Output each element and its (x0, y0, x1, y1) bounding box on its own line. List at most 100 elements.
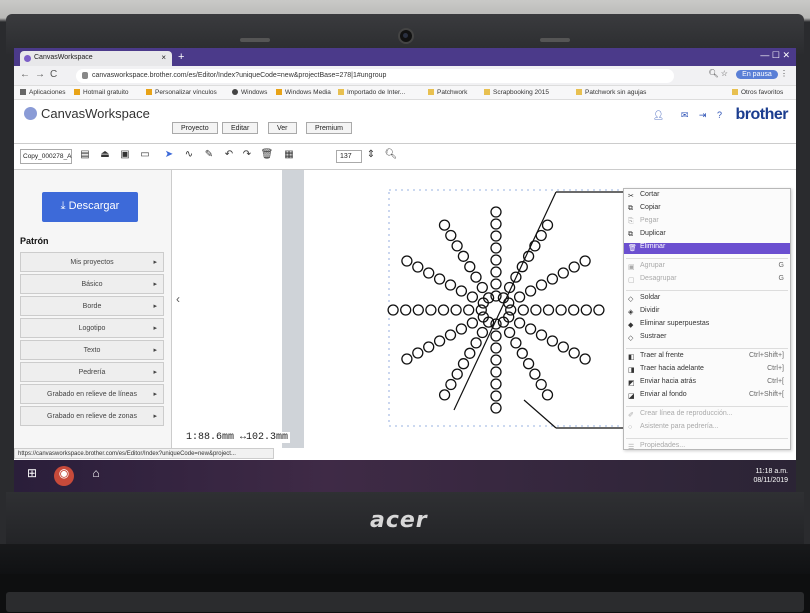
image-icon[interactable]: ▣ (118, 149, 132, 163)
zoom-icon[interactable]: 🔍︎ (708, 69, 718, 78)
collapse-panel-button[interactable]: ‹ (172, 292, 184, 312)
user-icon[interactable]: 👤︎ (653, 110, 664, 120)
pattern-item-basico[interactable]: Básico ▸ (20, 274, 164, 294)
context-menu-item[interactable]: 🗑︎ Eliminar (624, 243, 790, 254)
pattern-panel: ⤓ Descargar Patrón Mis proyectos ▸ Básico… (14, 170, 172, 450)
menu-item-icon: ☰ (628, 444, 635, 451)
context-menu-item[interactable]: ◆ Eliminar superpuestas (624, 320, 790, 331)
grid-icon[interactable]: ▦ (282, 149, 296, 163)
pen-icon[interactable]: ✎ (202, 149, 216, 163)
tab-ver[interactable]: Ver (268, 122, 297, 134)
machine-icon[interactable]: ▭ (138, 149, 152, 163)
menu-item-label: Asistente para pedrería... (640, 423, 719, 430)
close-tab-icon[interactable]: × (161, 53, 166, 62)
url-input[interactable]: canvasworkspace.brother.com/es/Editor/In… (76, 69, 674, 83)
node-edit-icon[interactable]: ∿ (182, 149, 196, 163)
mail-icon[interactable]: ✉︎ (681, 110, 689, 120)
context-menu-item[interactable]: ◪ Enviar al fondo Ctrl+Shift+[ (624, 391, 790, 402)
pattern-item-grabado-zonas[interactable]: Grabado en relieve de zonas ▸ (20, 406, 164, 426)
context-menu-item[interactable]: ◈ Dividir (624, 307, 790, 318)
menu-item-shortcut: Ctrl+Shift+[ (748, 391, 784, 398)
rhinestone-circle (444, 279, 457, 291)
context-menu-item[interactable]: ✂ Cortar (624, 191, 790, 202)
new-file-icon[interactable]: ▤ (78, 149, 92, 163)
new-tab-icon[interactable]: + (178, 51, 184, 63)
tab-editar[interactable]: Editar (222, 122, 259, 134)
trash-icon[interactable]: 🗑︎ (260, 149, 274, 163)
bookmark-item[interactable]: Hotmail gratuito (74, 89, 129, 96)
pattern-item-grabado-lineas[interactable]: Grabado en relieve de líneas ▸ (20, 384, 164, 404)
star-icon[interactable]: ☆ (721, 69, 728, 78)
menu-item-label: Agrupar (640, 262, 665, 269)
pattern-item-mis-proyectos[interactable]: Mis proyectos ▸ (20, 252, 164, 272)
home-icon[interactable]: ⌂ (86, 466, 106, 486)
zoom-stepper-icon[interactable]: ⇕ (364, 149, 378, 163)
rhinestone-circle (541, 389, 554, 401)
context-menu-item[interactable]: ◇ Soldar (624, 294, 790, 305)
redo-icon[interactable]: ↷ (240, 149, 254, 163)
bookmark-item[interactable]: Patchwork (428, 89, 467, 96)
context-menu-item[interactable]: ▣ Agrupar G (624, 262, 790, 273)
rhinestone-circle (490, 378, 502, 390)
bookmark-item[interactable]: Importado de Inter... (338, 89, 405, 96)
menu-item-icon: ◇ (628, 335, 634, 342)
menu-dots-icon[interactable]: ⋮ (780, 69, 788, 78)
rhinestone-circle (535, 279, 548, 291)
context-menu-item[interactable]: ▢ Desagrupar G (624, 275, 790, 286)
bookmark-item[interactable]: Scrapbooking 2015 (484, 89, 549, 96)
context-menu-item[interactable]: ◩ Enviar hacia atrás Ctrl+[ (624, 378, 790, 389)
upload-icon[interactable]: ⏏ (98, 149, 112, 163)
pattern-item-logotipo[interactable]: Logotipo ▸ (20, 318, 164, 338)
logout-icon[interactable]: ⇥ (699, 110, 707, 120)
rhinestone-circle (490, 342, 502, 354)
chevron-right-icon: ▸ (153, 413, 157, 420)
zoom-input[interactable]: 137 (336, 150, 362, 163)
menu-item-label: Traer hacia adelante (640, 365, 704, 372)
rhinestone-circle (490, 278, 502, 290)
context-menu-item[interactable]: ⧉ Duplicar (624, 230, 790, 241)
pattern-item-borde[interactable]: Borde ▸ (20, 296, 164, 316)
undo-icon[interactable]: ↶ (222, 149, 236, 163)
browser-tab[interactable]: CanvasWorkspace × (20, 51, 172, 66)
nav-buttons[interactable]: ←→C (20, 69, 62, 80)
context-menu-item[interactable]: ☰ Propiedades... (624, 442, 790, 453)
search-zoom-icon[interactable]: 🔍︎ (384, 149, 398, 163)
bookmark-item[interactable]: Windows Media (276, 89, 331, 96)
profile-button[interactable]: En pausa (736, 70, 778, 79)
msn-icon (276, 89, 282, 95)
project-name-field[interactable]: Copy_000278_A (20, 149, 72, 164)
menu-item-label: Dividir (640, 307, 660, 314)
pattern-item-texto[interactable]: Texto ▸ (20, 340, 164, 360)
bookmark-item[interactable]: Windows (232, 89, 267, 96)
chrome-icon[interactable]: ◉ (54, 466, 74, 486)
download-button[interactable]: ⤓ Descargar (42, 192, 138, 222)
rhinestone-circle (433, 335, 446, 347)
select-arrow-icon[interactable]: ➤ (162, 149, 176, 163)
help-icon[interactable]: ? (717, 110, 722, 120)
rhinestone-circle (557, 341, 569, 353)
context-menu-item[interactable]: ○ Asistente para pedrería... (624, 423, 790, 434)
tab-premium[interactable]: Premium (306, 122, 353, 134)
context-menu-item[interactable]: ◨ Traer hacia adelante Ctrl+] (624, 365, 790, 376)
window-controls[interactable]: — ☐ ✕ (760, 50, 790, 61)
rhinestone-circle (438, 219, 451, 231)
address-bar-row: ←→C canvasworkspace.brother.com/es/Edito… (14, 66, 796, 86)
laptop-hinge (0, 544, 810, 574)
tab-proyecto[interactable]: Proyecto (172, 122, 218, 134)
bookmark-item[interactable]: Patchwork sin agujas (576, 89, 646, 96)
bookmark-item[interactable]: Personalizar vínculos (146, 89, 217, 96)
context-menu-item[interactable]: ✐ Crear línea de reproducción... (624, 410, 790, 421)
context-menu-item[interactable]: ⧉ Copiar (624, 204, 790, 215)
context-menu: ✂ Cortar ⧉ Copiar ⎘ Pegar ⧉ Duplicar 🗑︎ Eliminar ▣… (623, 188, 791, 453)
bookmark-apps[interactable]: Aplicaciones (20, 89, 66, 96)
windows-start-icon[interactable]: ⊞ (22, 466, 42, 486)
rhinestone-circle (593, 304, 605, 316)
rhinestone-circle (522, 250, 535, 262)
bookmark-other[interactable]: Otros favoritos (732, 89, 783, 96)
menu-item-label: Desagrupar (640, 275, 677, 282)
context-menu-item[interactable]: ◇ Sustraer (624, 333, 790, 344)
context-menu-item[interactable]: ◧ Traer al frente Ctrl+Shift+] (624, 352, 790, 363)
pattern-item-pedreria[interactable]: Pedrería ▸ (20, 362, 164, 382)
menu-item-icon: ⎘ (628, 218, 634, 225)
context-menu-item[interactable]: ⎘ Pegar (624, 217, 790, 228)
